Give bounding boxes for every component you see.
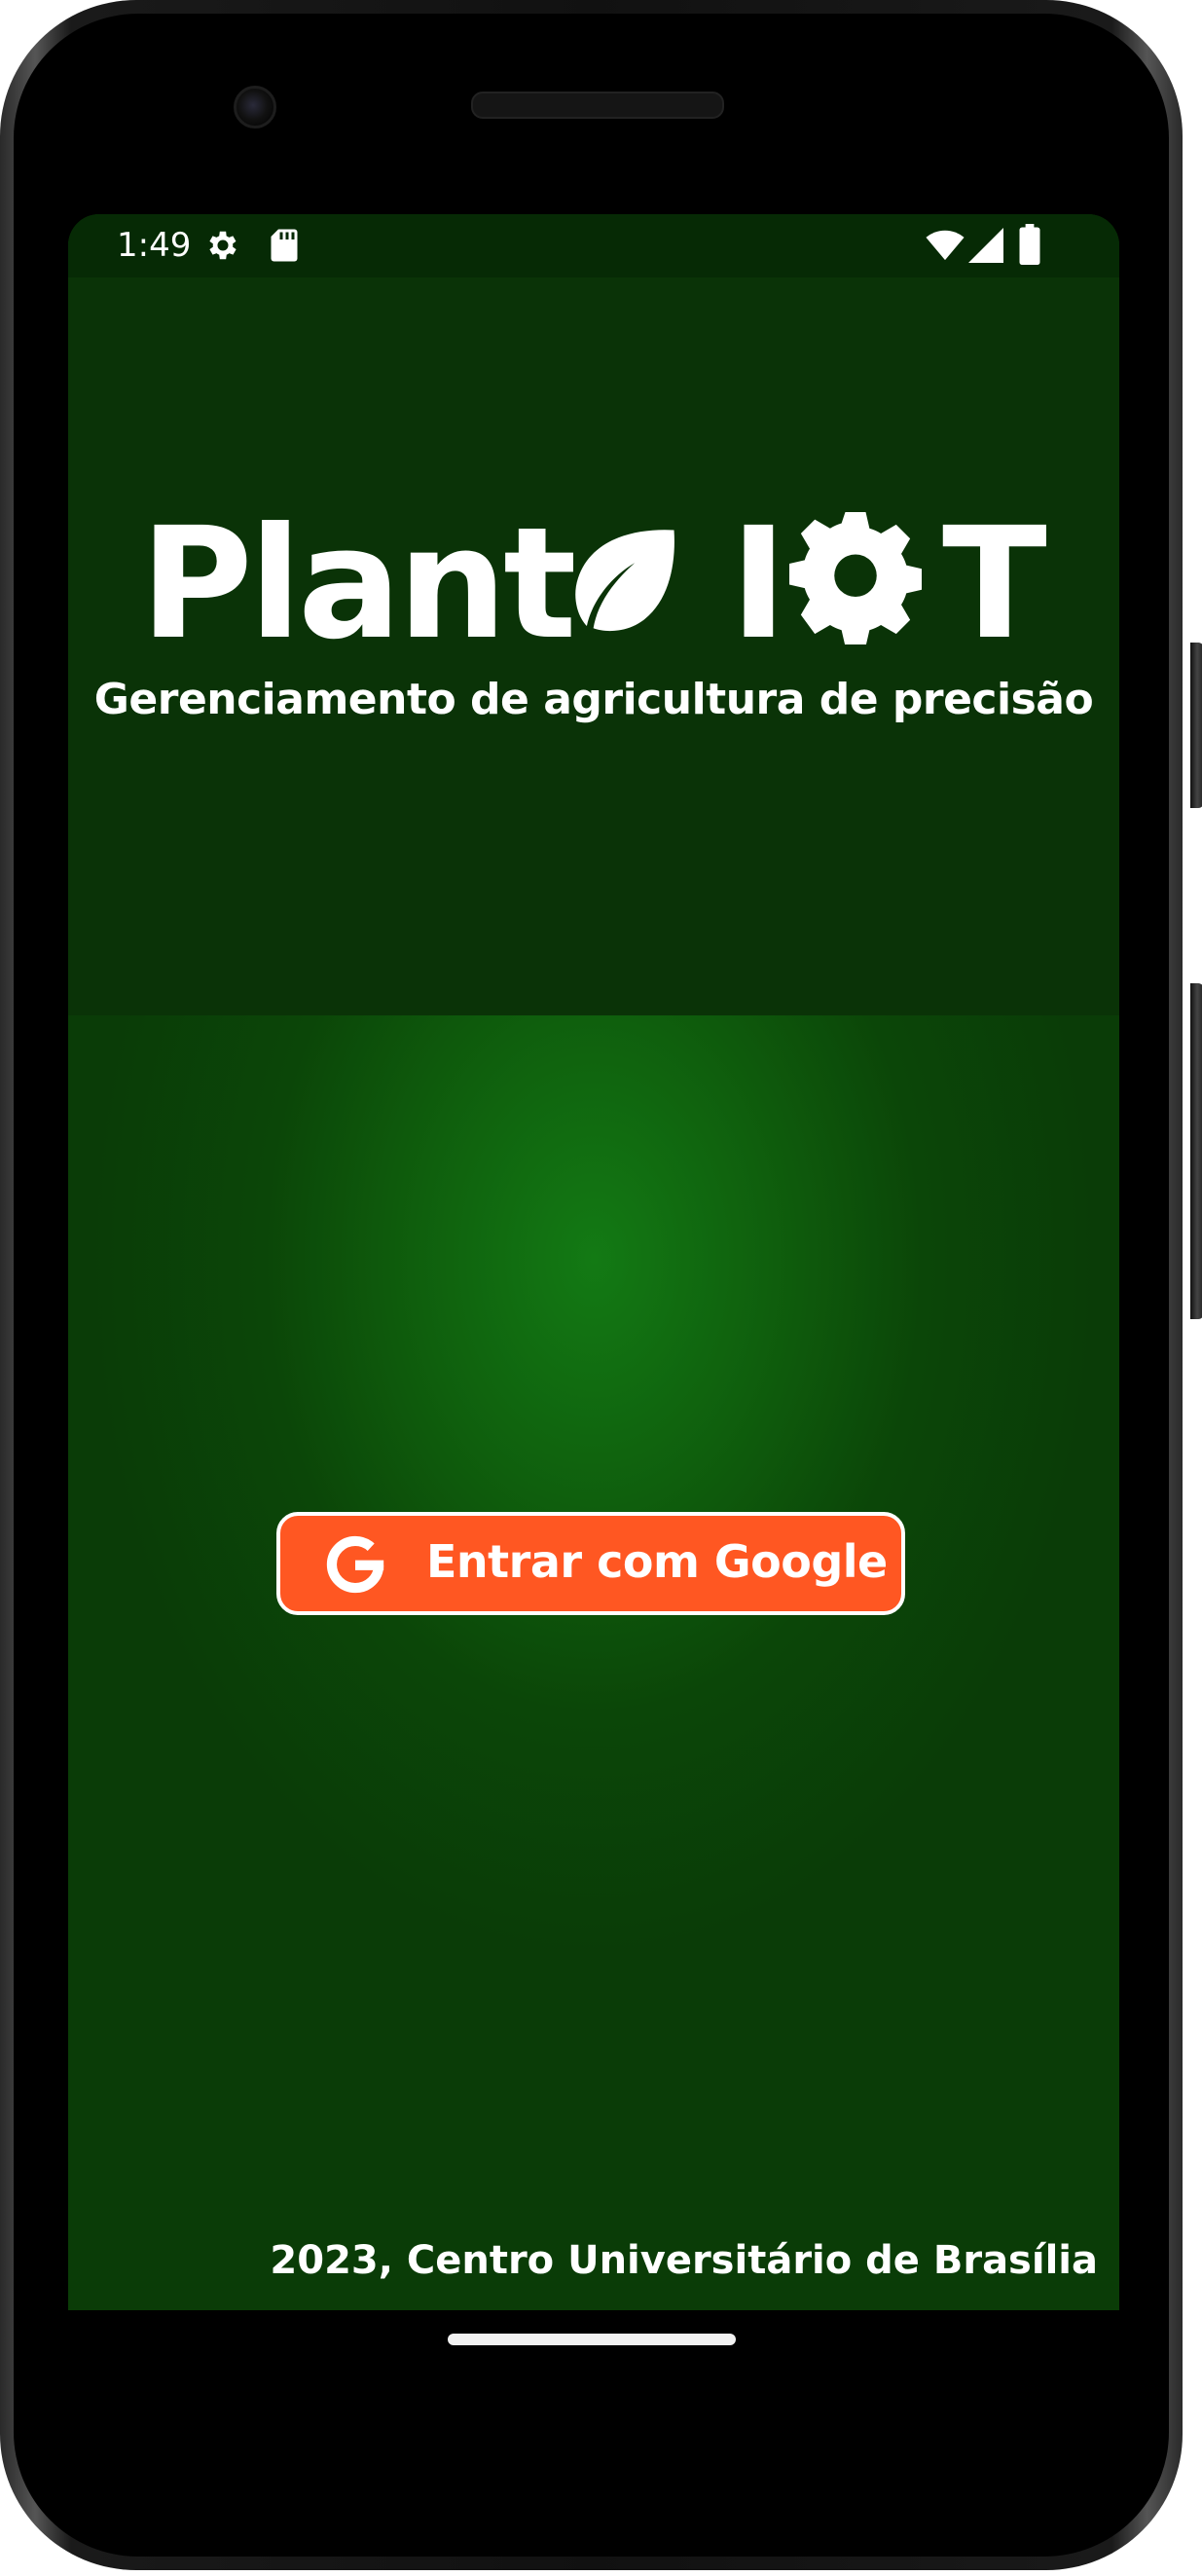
brand-word-plant: Plant: [140, 495, 577, 674]
google-sign-in-button[interactable]: Entrar com Google: [276, 1512, 905, 1615]
brand-logo: Plant I T: [68, 506, 1119, 662]
earpiece-speaker: [471, 92, 724, 119]
wifi-icon: [926, 230, 965, 261]
settings-icon: [209, 231, 237, 260]
brand-letter-t: T: [942, 495, 1047, 674]
google-g-icon: [326, 1535, 384, 1594]
battery-icon: [1019, 224, 1040, 265]
footer-credit: 2023, Centro Universitário de Brasília: [270, 2238, 1098, 2283]
status-time: 1:49: [117, 226, 192, 265]
power-button: [1190, 643, 1202, 808]
leaf-icon: [575, 530, 674, 632]
sd-card-icon: [271, 229, 298, 262]
cell-signal-icon: [968, 228, 1003, 263]
home-indicator[interactable]: [448, 2334, 736, 2345]
app-subtitle: Gerenciamento de agricultura de precisão: [93, 675, 1094, 724]
status-bar: 1:49: [68, 214, 1119, 277]
google-sign-in-label: Entrar com Google: [426, 1535, 888, 1588]
app-screen: 1:49 Plant I T Gerenciamento de agricult…: [68, 214, 1119, 2310]
phone-frame: 1:49 Plant I T Gerenciamento de agricult…: [0, 0, 1202, 2570]
volume-button: [1190, 983, 1202, 1319]
front-camera: [234, 86, 276, 129]
login-area: Entrar com Google 2023, Centro Universit…: [68, 1015, 1119, 2310]
brand-letter-i: I: [730, 495, 787, 674]
app-header: Plant I T Gerenciamento de agricultura d…: [68, 277, 1119, 1015]
gear-icon: [789, 512, 922, 644]
